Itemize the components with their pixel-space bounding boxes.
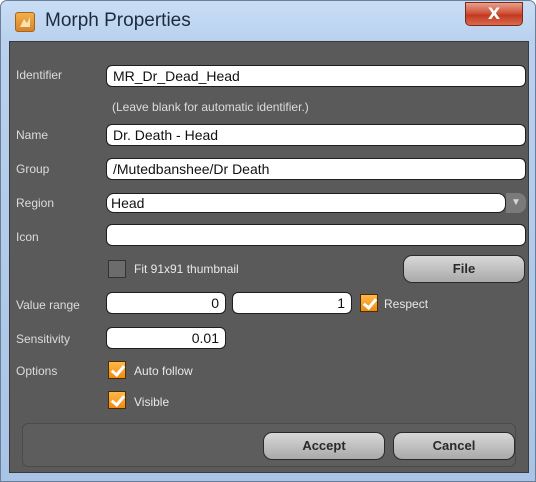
identifier-input[interactable]: MR_Dr_Dead_Head xyxy=(106,65,526,87)
name-label: Name xyxy=(16,128,49,142)
value-range-label: Value range xyxy=(16,298,80,312)
visible-label: Visible xyxy=(134,395,170,409)
icon-input[interactable] xyxy=(106,224,526,246)
respect-label: Respect xyxy=(384,297,429,311)
title-bar[interactable]: Morph Properties X xyxy=(1,1,535,41)
cancel-button[interactable]: Cancel xyxy=(393,432,515,460)
region-label: Region xyxy=(16,196,55,210)
region-select[interactable]: Head xyxy=(106,193,506,213)
close-button[interactable]: X xyxy=(465,2,523,26)
morph-properties-window: Morph Properties X Identifier MR_Dr_Dead… xyxy=(0,0,536,482)
visible-checkbox[interactable] xyxy=(108,391,126,409)
icon-label: Icon xyxy=(16,230,39,244)
identifier-hint: (Leave blank for automatic identifier.) xyxy=(112,100,309,114)
accept-button[interactable]: Accept xyxy=(263,432,385,460)
file-button[interactable]: File xyxy=(403,255,525,283)
sensitivity-input[interactable]: 0.01 xyxy=(106,327,226,349)
identifier-label: Identifier xyxy=(16,68,63,82)
dialog-content: Identifier MR_Dr_Dead_Head (Leave blank … xyxy=(9,41,529,473)
group-label: Group xyxy=(16,162,50,176)
window-title: Morph Properties xyxy=(45,10,191,31)
fit-thumbnail-label: Fit 91x91 thumbnail xyxy=(134,262,239,276)
sensitivity-label: Sensitivity xyxy=(16,332,71,346)
auto-follow-checkbox[interactable] xyxy=(108,361,126,379)
value-range-max-input[interactable]: 1 xyxy=(232,292,352,314)
name-input[interactable]: Dr. Death - Head xyxy=(106,124,526,146)
app-icon xyxy=(15,12,35,32)
fit-thumbnail-checkbox[interactable] xyxy=(108,260,126,278)
value-range-min-input[interactable]: 0 xyxy=(106,292,226,314)
group-input[interactable]: /Mutedbanshee/Dr Death xyxy=(106,158,526,180)
respect-checkbox[interactable] xyxy=(360,294,378,312)
options-label: Options xyxy=(16,364,58,378)
auto-follow-label: Auto follow xyxy=(134,364,193,378)
chevron-down-icon[interactable]: ▼ xyxy=(506,193,526,213)
